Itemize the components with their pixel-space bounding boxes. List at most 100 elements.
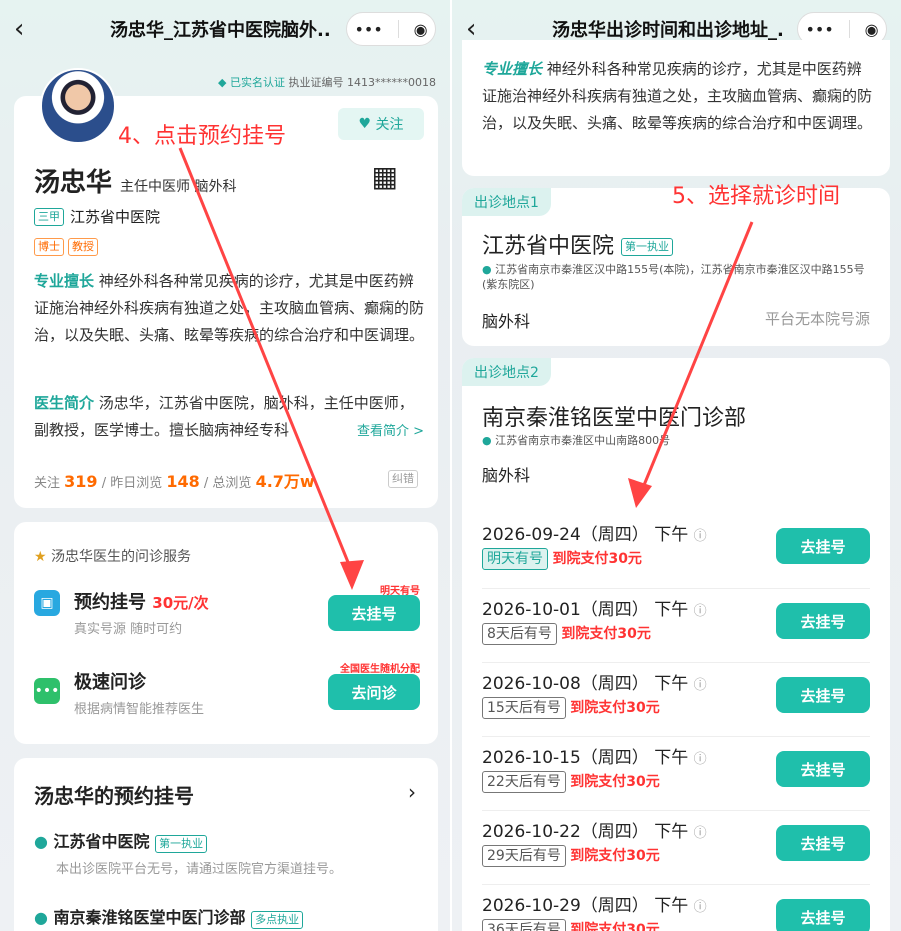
schedule-status-row: 明天有号 到院支付30元: [482, 548, 642, 570]
register-button[interactable]: 去挂号: [776, 899, 870, 931]
schedule-date: 2026-10-01（周四）: [482, 600, 649, 620]
location-pin-icon: ●: [482, 434, 492, 447]
location-2-card: 出诊地点2 南京秦淮铭医堂中医门诊部 ● 江苏省南京市秦淮区中山南路800号 脑…: [462, 358, 890, 931]
quick-consult-badge: 全国医生随机分配: [340, 664, 420, 675]
location-2-address-row: ● 江苏省南京市秦淮区中山南路800号: [482, 432, 670, 448]
location-2-address: 江苏省南京市秦淮区中山南路800号: [495, 434, 671, 447]
reg-hospital-1-row: ● 江苏省中医院 第一执业: [34, 828, 208, 853]
target-circle-icon[interactable]: ◉: [865, 20, 879, 39]
register-button[interactable]: 去挂号: [776, 825, 870, 861]
registration-title: 汤忠华的预约挂号: [34, 784, 194, 808]
stat-yesterday-label: / 昨日浏览: [101, 476, 163, 491]
heart-icon: ♥: [358, 116, 372, 132]
follow-button[interactable]: ♥ 关注: [338, 108, 424, 140]
location-1-address-row: ● 江苏省南京市秦淮区汉中路155号(本院)，江苏省南京市秦淮区汉中路155号(…: [482, 262, 878, 292]
chevron-right-icon[interactable]: ›: [408, 780, 416, 804]
availability-badge: 22天后有号: [482, 771, 566, 793]
chat-bubble-icon: •••: [34, 678, 60, 704]
stat-follow-value: 319: [64, 472, 98, 491]
quick-consult-button[interactable]: 去问诊: [328, 674, 420, 710]
view-intro-link[interactable]: 查看简介 >: [350, 420, 424, 439]
left-screen: ‹ 汤忠华_江苏省中医院脑外... ••• ◉ ◆ 已实名认证 执业证编号 14…: [0, 0, 450, 931]
question-circle-icon[interactable]: ⓘ: [694, 900, 707, 915]
schedule-row: 2026-10-15（周四） 下午 ⓘ 22天后有号 到院支付30元 去挂号: [482, 736, 870, 810]
more-dots-icon[interactable]: •••: [805, 20, 833, 39]
annotation-step-4: 4、点击预约挂号: [118, 124, 286, 149]
service-title-row: ★ 汤忠华医生的问诊服务: [34, 546, 191, 566]
reg-hospital-1-note: 本出诊医院平台无号，请通过医院官方渠道挂号。: [56, 862, 343, 877]
schedule-status-row: 36天后有号 到院支付30元: [482, 919, 660, 931]
verification-line: ◆ 已实名认证 执业证编号 1413******0018: [218, 74, 436, 90]
payment-note: 到院支付30元: [570, 700, 660, 716]
availability-badge: 15天后有号: [482, 697, 566, 719]
appoint-button[interactable]: 去挂号: [328, 595, 420, 631]
question-circle-icon[interactable]: ⓘ: [694, 678, 707, 693]
quick-consult-subtitle: 根据病情智能推荐医生: [74, 702, 205, 717]
payment-note: 到院支付30元: [552, 551, 642, 567]
register-button[interactable]: 去挂号: [776, 528, 870, 564]
registration-card[interactable]: 汤忠华的预约挂号 › ● 江苏省中医院 第一执业 本出诊医院平台无号，请通过医院…: [14, 758, 438, 931]
doctor-avatar: [40, 68, 116, 144]
question-circle-icon[interactable]: ⓘ: [694, 604, 707, 619]
schedule-period: 下午: [654, 822, 689, 842]
schedule-status-row: 8天后有号 到院支付30元: [482, 623, 651, 645]
appoint-name: 预约挂号: [74, 592, 146, 613]
hospital-row: 三甲 江苏省中医院: [34, 206, 160, 227]
location-pin-icon: ●: [34, 832, 48, 851]
doctor-tags: 博士 教授: [34, 238, 98, 256]
doctor-name: 汤忠华: [34, 168, 113, 198]
tag-doctorate: 博士: [34, 238, 64, 256]
schedule-row: 2026-10-08（周四） 下午 ⓘ 15天后有号 到院支付30元 去挂号: [482, 662, 870, 736]
schedule-date-row: 2026-10-08（周四） 下午 ⓘ: [482, 669, 707, 694]
location-pin-icon: ●: [34, 908, 48, 927]
question-circle-icon[interactable]: ⓘ: [694, 752, 707, 767]
schedule-date: 2026-10-29（周四）: [482, 896, 649, 916]
location-1-title-row: 江苏省中医院 第一执业: [482, 228, 674, 260]
doctor-card: ♥ 关注 汤忠华 主任中医师 脑外科 ▦ 三甲 江苏省中医院 博士 教授 专业擅…: [14, 68, 438, 508]
specialty-block: 专业擅长 神经外科各种常见疾病的诊疗，尤其是中医药辨证施治神经外科疾病有独道之处…: [482, 56, 874, 137]
question-circle-icon[interactable]: ⓘ: [694, 529, 707, 544]
payment-note: 到院支付30元: [561, 626, 651, 642]
schedule-date: 2026-10-22（周四）: [482, 822, 649, 842]
register-button[interactable]: 去挂号: [776, 603, 870, 639]
service-card: ★ 汤忠华医生的问诊服务 ▣ 预约挂号 30元/次 真实号源 随时可约 明天有号…: [14, 522, 438, 744]
annotation-step-5: 5、选择就诊时间: [672, 184, 840, 209]
availability-badge: 29天后有号: [482, 845, 566, 867]
location-1-dept: 脑外科: [482, 312, 531, 331]
schedule-date-row: 2026-10-01（周四） 下午 ⓘ: [482, 595, 707, 620]
register-button[interactable]: 去挂号: [776, 677, 870, 713]
doctor-name-row: 汤忠华 主任中医师 脑外科: [34, 162, 236, 199]
tag-professor: 教授: [68, 238, 98, 256]
appoint-row: 预约挂号 30元/次: [74, 588, 209, 614]
payment-note: 到院支付30元: [570, 848, 660, 864]
schedule-period: 下午: [654, 896, 689, 916]
doctor-title: 主任中医师 脑外科: [120, 179, 237, 195]
schedule-status-row: 29天后有号 到院支付30元: [482, 845, 660, 867]
stat-yesterday-value: 148: [166, 472, 200, 491]
star-icon: ★: [34, 549, 47, 565]
stats-row: 关注 319 / 昨日浏览 148 / 总浏览 4.7万w: [34, 468, 315, 492]
schedule-row: 2026-09-24（周四） 下午 ⓘ 明天有号 到院支付30元 去挂号: [482, 514, 870, 588]
question-circle-icon[interactable]: ⓘ: [694, 826, 707, 841]
correct-button[interactable]: 纠错: [388, 470, 418, 488]
back-arrow-icon[interactable]: ‹: [14, 16, 54, 42]
specialty-block: 专业擅长 神经外科各种常见疾病的诊疗，尤其是中医药辨证施治神经外科疾病有独道之处…: [34, 268, 424, 349]
reg-hospital-1: 江苏省中医院: [53, 832, 150, 851]
location-1-name: 江苏省中医院: [482, 234, 615, 259]
specialty-card: 专业擅长 神经外科各种常见疾病的诊疗，尤其是中医药辨证施治神经外科疾病有独道之处…: [462, 40, 890, 176]
qr-code-icon[interactable]: ▦: [372, 160, 398, 193]
location-2-name: 南京秦淮铭医堂中医门诊部: [482, 406, 747, 431]
back-arrow-icon[interactable]: ‹: [466, 16, 506, 42]
page-title: 汤忠华_江苏省中医院脑外...: [110, 20, 330, 41]
more-dots-icon[interactable]: •••: [354, 20, 382, 39]
service-title: 汤忠华医生的问诊服务: [51, 549, 192, 565]
target-circle-icon[interactable]: ◉: [414, 20, 428, 39]
schedule-period: 下午: [654, 525, 689, 545]
location-2-label: 出诊地点2: [462, 358, 551, 386]
page-title: 汤忠华出诊时间和出诊地址_...: [552, 20, 782, 41]
register-button[interactable]: 去挂号: [776, 751, 870, 787]
appoint-price: 30元/次: [152, 594, 209, 612]
schedule-period: 下午: [654, 674, 689, 694]
schedule-date-row: 2026-09-24（周四） 下午 ⓘ: [482, 520, 707, 545]
reg-hospital-2-row: ● 南京秦淮铭医堂中医门诊部 多点执业: [34, 904, 304, 929]
